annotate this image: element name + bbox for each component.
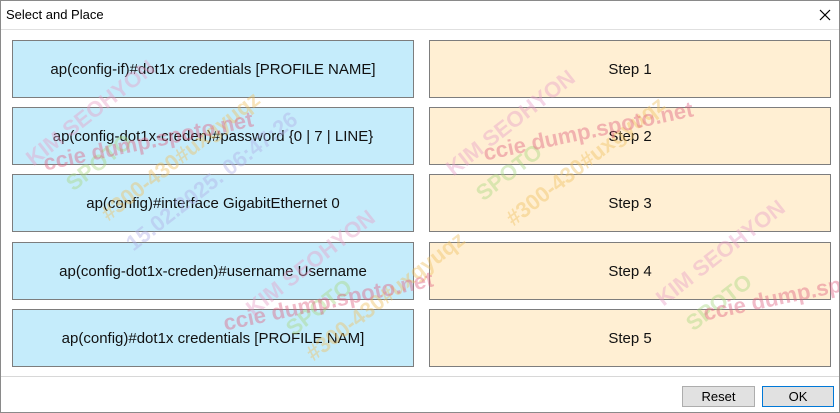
source-tile-2[interactable]: ap(config-dot1x-creden)#password {0 | 7 … (12, 107, 414, 165)
source-tile-label: ap(config-if)#dot1x credentials [PROFILE… (50, 60, 376, 78)
target-slot-label: Step 1 (608, 60, 652, 78)
target-slot-2[interactable]: Step 2 (429, 107, 831, 165)
close-icon (819, 9, 831, 21)
target-slot-1[interactable]: Step 1 (429, 40, 831, 98)
select-and-place-dialog: Select and Place ap(config-if)#dot1x cre… (0, 0, 840, 413)
title-bar: Select and Place (1, 1, 839, 29)
source-tile-1[interactable]: ap(config-if)#dot1x credentials [PROFILE… (12, 40, 414, 98)
title-separator (1, 29, 839, 30)
source-tile-label: ap(config)#interface GigabitEthernet 0 (86, 194, 340, 212)
target-slot-5[interactable]: Step 5 (429, 309, 831, 367)
source-tile-label: ap(config-dot1x-creden)#password {0 | 7 … (52, 127, 374, 145)
target-slot-label: Step 3 (608, 194, 652, 212)
ok-button[interactable]: OK (762, 386, 834, 407)
source-tile-5[interactable]: ap(config)#dot1x credentials [PROFILE NA… (12, 309, 414, 367)
source-tile-label: ap(config)#dot1x credentials [PROFILE NA… (61, 329, 365, 347)
dialog-title: Select and Place (6, 7, 104, 22)
source-tile-label: ap(config-dot1x-creden)#username Usernam… (59, 262, 367, 280)
footer-separator (1, 376, 839, 377)
target-slot-label: Step 5 (608, 329, 652, 347)
source-tile-4[interactable]: ap(config-dot1x-creden)#username Usernam… (12, 242, 414, 300)
target-slot-label: Step 4 (608, 262, 652, 280)
reset-button[interactable]: Reset (682, 386, 755, 407)
target-slot-4[interactable]: Step 4 (429, 242, 831, 300)
target-slot-3[interactable]: Step 3 (429, 174, 831, 232)
target-slot-label: Step 2 (608, 127, 652, 145)
close-button[interactable] (811, 1, 839, 29)
source-tile-3[interactable]: ap(config)#interface GigabitEthernet 0 (12, 174, 414, 232)
